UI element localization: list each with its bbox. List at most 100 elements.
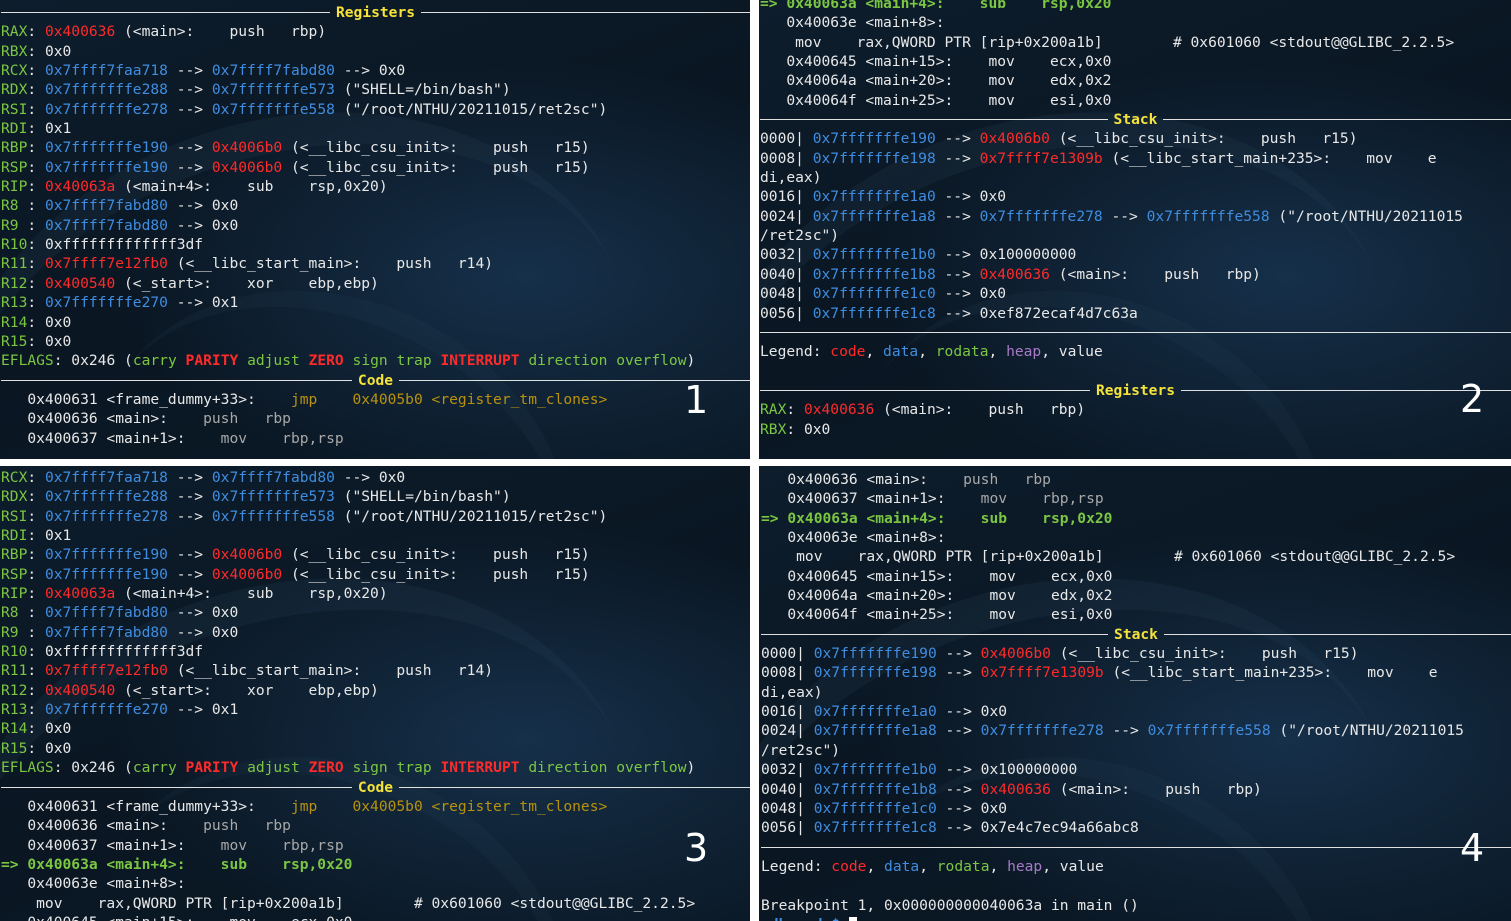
text-segment: Legend: <box>760 343 831 361</box>
text-segment: --> 0x0 <box>167 216 239 234</box>
text-segment: : <box>27 739 45 757</box>
legend-row: Legend: code, data, rodata, heap, value <box>761 857 1511 876</box>
reg-segment: RBP <box>1 546 28 564</box>
text-segment: (<__libc_csu_init>: push r15) <box>282 139 590 157</box>
register-row: RDI: 0x1 <box>1 526 750 545</box>
text-segment: 0xfffffffffffff3df <box>44 643 204 661</box>
text-segment: 0x400645 <main+15>: <box>1 914 194 921</box>
text-segment: (<main+4>: sub rsp,0x20) <box>115 178 388 196</box>
text-segment: 0x40063e <main+8>: <box>760 14 945 32</box>
data-segment: 0x7fffffffe288 <box>44 81 168 99</box>
data-segment: 0x7fffffffe1c0 <box>813 799 937 817</box>
text-segment: 0024| <box>760 207 813 225</box>
text-segment: : <box>27 274 45 292</box>
flag-carry: carry <box>132 352 177 370</box>
section-title: Stack <box>1114 625 1158 643</box>
data-segment: 0x7fffffffe270 <box>44 701 168 719</box>
code-segment: 0x400636 <box>980 780 1051 798</box>
data-segment: 0x7fffffffe1a8 <box>812 207 936 225</box>
text-segment: (<__libc_start_main+235>: mov e <box>1102 149 1437 167</box>
text-segment: 0x40063e <main+8>: <box>1 875 186 893</box>
text-segment: : <box>27 42 45 60</box>
code-segment: 0x40063a <box>44 178 116 196</box>
text-segment: (<main>: push rbp) <box>1050 780 1262 798</box>
flag-parity: PARITY <box>185 352 239 370</box>
reg-segment: RIP <box>1 178 28 196</box>
text-segment: ) <box>686 352 696 370</box>
data-segment: 0x7fffffffe1b0 <box>813 761 937 779</box>
text-segment: Legend: <box>761 857 832 875</box>
text-segment: : <box>27 546 45 564</box>
text-segment <box>300 759 309 776</box>
code-line: 0x400645 <main+15>: mov ecx,0x0 <box>1 913 750 921</box>
text-segment: 0x400637 <main+1>: <box>761 490 946 508</box>
text-segment: --> <box>167 488 212 506</box>
text-segment: 0x40064f <main+25>: <box>760 91 954 109</box>
code-line: 0x40063e <main+8>: <box>760 13 1511 32</box>
text-segment: 0x1 <box>44 120 72 138</box>
register-row: RBX: 0x0 <box>760 420 1511 439</box>
text-segment: : <box>27 100 45 118</box>
text-segment: /ret2sc") <box>760 227 840 245</box>
register-row: RSI: 0x7fffffffe278 --> 0x7fffffffe558 (… <box>1 507 750 526</box>
data-segment: 0x7fffffffe278 <box>980 722 1104 740</box>
text-segment: --> 0x1 <box>167 294 239 312</box>
register-row: RIP: 0x40063a (<main+4>: sub rsp,0x20) <box>1 177 750 196</box>
text-segment: mov rax,QWORD PTR [rip+0x200a1b] # 0x601… <box>760 33 1455 51</box>
text-segment: : <box>53 759 72 777</box>
register-row: R13: 0x7fffffffe270 --> 0x1 <box>1 293 750 312</box>
legend-row: Legend: code, data, rodata, heap, value <box>760 342 1511 361</box>
text-segment: : <box>53 352 72 370</box>
text-segment: (<__libc_start_main+235>: mov e <box>1103 664 1438 682</box>
code-segment: 0x400636 <box>979 265 1050 283</box>
data-segment: 0x7fffffffe1b0 <box>812 246 936 264</box>
section-header-stack: Stack <box>760 110 1511 129</box>
register-row: RIP: 0x40063a (<main+4>: sub rsp,0x20) <box>1 584 750 603</box>
text-segment: mov rax,QWORD PTR [rip+0x200a1b] # 0x601… <box>761 548 1456 566</box>
data-segment: data <box>883 343 919 361</box>
reg-segment: R15 <box>1 739 28 757</box>
text-segment: : <box>27 527 45 545</box>
dim-segment: mov rbp,rsp <box>185 836 344 854</box>
text-segment: : <box>27 255 45 273</box>
stack-row: di,eax) <box>760 168 1511 187</box>
text-segment: : <box>27 216 45 234</box>
reg-segment: R9 <box>1 216 28 234</box>
code-line: 0x40063e <main+8>: <box>1 874 750 893</box>
text-segment: : <box>27 23 45 41</box>
text-segment: ("SHELL=/bin/bash") <box>334 488 511 506</box>
text-segment: 0056| <box>760 304 813 322</box>
stack-row: 0000| 0x7fffffffe190 --> 0x4006b0 (<__li… <box>760 129 1511 148</box>
stack-row: 0000| 0x7fffffffe190 --> 0x4006b0 (<__li… <box>761 644 1511 663</box>
gdb-panel-4[interactable]: 0x400636 <main>: push rbp 0x400637 <main… <box>759 466 1511 921</box>
text-segment: : <box>786 401 804 419</box>
terminal-cursor[interactable] <box>848 916 857 921</box>
code-segment: code <box>830 343 866 361</box>
gdb-prompt[interactable]: gdb-peda$ <box>761 915 1511 921</box>
text-segment: --> 0xef872ecaf4d7c63a <box>935 304 1138 322</box>
text-segment: : <box>27 62 45 80</box>
text-segment: (<main+4>: sub rsp,0x20) <box>115 585 388 603</box>
dim-segment: mov rbp,rsp <box>945 490 1104 508</box>
text-segment: --> <box>936 645 981 663</box>
text-segment: ("/root/NTHU/20211015/ret2sc") <box>334 100 608 118</box>
register-row: RBP: 0x7fffffffe190 --> 0x4006b0 (<__lib… <box>1 138 750 157</box>
text-segment: (<__libc_csu_init>: push r15) <box>282 158 590 176</box>
text-segment: --> <box>167 62 212 80</box>
code-line: 0x400637 <main+1>: mov rbp,rsp <box>1 836 750 855</box>
divider <box>399 786 750 788</box>
stack-row: 0040| 0x7fffffffe1b8 --> 0x400636 (<main… <box>760 265 1511 284</box>
jmp-segment: 0x4005b0 <register_tm_clones> <box>352 797 608 815</box>
text-segment: 0x400631 <frame_dummy+33>: <box>1 797 256 815</box>
reg-segment: RBP <box>1 139 28 157</box>
text-segment: 0040| <box>760 265 813 283</box>
text-segment: di,eax) <box>760 169 822 187</box>
data-segment: 0x7ffff7fabd80 <box>211 469 335 486</box>
reg-segment: R13 <box>1 701 28 719</box>
text-segment: (<_start>: xor ebp,ebp) <box>115 681 379 699</box>
text-segment: : <box>27 701 45 719</box>
text-segment: --> 0x0 <box>167 197 239 215</box>
text-segment: ( <box>115 759 133 777</box>
code-segment: 0x400540 <box>44 274 116 292</box>
reg-segment: RBX <box>760 420 787 438</box>
